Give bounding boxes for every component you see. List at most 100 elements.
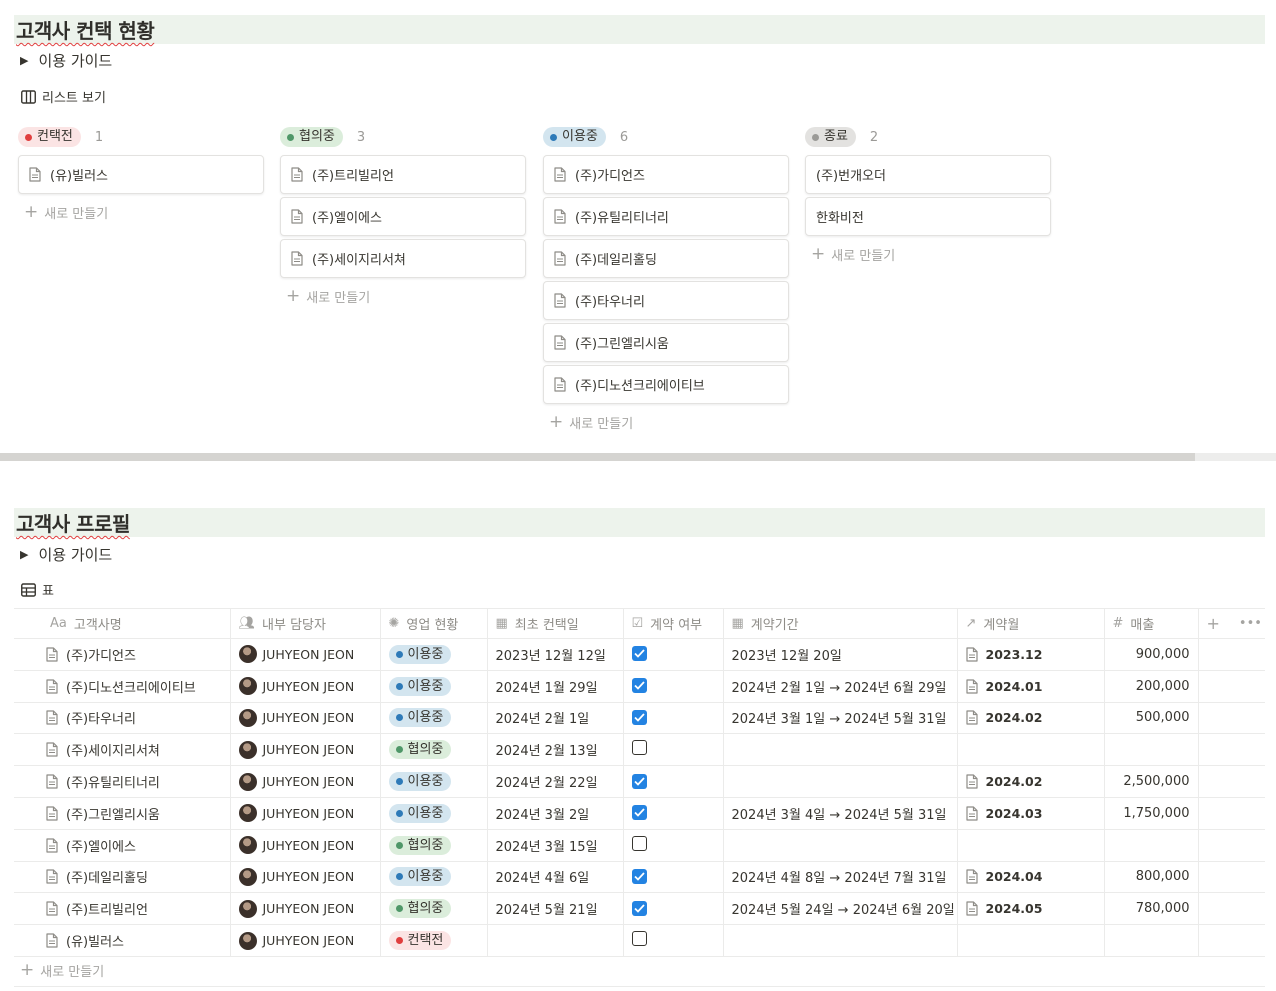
cell-contract-month[interactable]: 2024.05 — [957, 892, 1105, 926]
cell-contract-period[interactable] — [723, 828, 958, 862]
cell-first-contact[interactable]: 2024년 2월 22일 — [487, 765, 624, 798]
cell-revenue[interactable]: 900,000 — [1104, 638, 1199, 671]
cell-status[interactable]: 이용중 — [380, 765, 488, 798]
cell-status[interactable]: 협의중 — [380, 733, 488, 767]
cell-contract-month[interactable]: 2023.12 — [957, 638, 1105, 671]
guide-toggle[interactable]: ▶ 이용 가이드 — [20, 50, 112, 71]
new-row-button[interactable]: + 새로 만들기 — [20, 961, 104, 981]
cell-client-name[interactable]: (주)엘이에스 — [14, 828, 231, 862]
cell-revenue[interactable] — [1104, 924, 1199, 957]
cell-first-contact[interactable]: 2024년 3월 2일 — [487, 796, 624, 830]
cell-owner[interactable]: JUHYEON JEON — [230, 892, 381, 926]
contract-checkbox[interactable] — [631, 868, 647, 884]
add-property-icon[interactable]: + — [1207, 614, 1220, 633]
cell-contract[interactable] — [623, 638, 724, 671]
cell-client-name[interactable]: (주)세이지리서쳐 — [14, 733, 231, 767]
cell-first-contact[interactable]: 2024년 2월 13일 — [487, 733, 624, 767]
board-card[interactable]: (주)데일리홀딩 — [543, 239, 789, 278]
cell-contract-period[interactable]: 2024년 3월 1일 → 2024년 5월 31일 — [723, 701, 958, 735]
cell-client-name[interactable]: (유)빌러스 — [14, 924, 231, 957]
table-row[interactable]: (유)빌러스 JUHYEON JEON 컨택전 — [14, 924, 1265, 957]
more-icon[interactable]: ••• — [1239, 616, 1262, 631]
header-contract-month[interactable]: ↗ 계약월 — [957, 608, 1105, 639]
header-sales-status[interactable]: ✺ 영업 현황 — [380, 608, 488, 639]
board-card[interactable]: (주)트리빌리언 — [280, 155, 526, 194]
header-revenue[interactable]: # 매출 — [1104, 608, 1199, 639]
cell-contract[interactable] — [623, 860, 724, 894]
horizontal-scrollbar-track[interactable] — [1195, 453, 1276, 461]
contract-checkbox[interactable] — [631, 740, 647, 756]
contract-checkbox[interactable] — [631, 835, 647, 851]
table-row[interactable]: (주)유틸리티너리 JUHYEON JEON 이용중 2024년 2월 22일 2024… — [14, 765, 1265, 798]
cell-contract-period[interactable]: 2023년 12월 20일 — [723, 638, 958, 671]
cell-contract[interactable] — [623, 924, 724, 957]
cell-contract-month[interactable]: 2024.01 — [957, 669, 1105, 703]
header-contract[interactable]: ☑ 계약 여부 — [623, 608, 724, 639]
table-row[interactable]: (주)그린엘리시움 JUHYEON JEON 이용중 2024년 3월 2일 2024년… — [14, 796, 1265, 830]
view-tab-table[interactable]: 표 — [21, 580, 54, 599]
cell-contract[interactable] — [623, 701, 724, 735]
guide-toggle[interactable]: ▶ 이용 가이드 — [20, 544, 112, 565]
board-card[interactable]: (주)유틸리티너리 — [543, 197, 789, 236]
table-row[interactable]: (주)엘이에스 JUHYEON JEON 협의중 2024년 3월 15일 — [14, 828, 1265, 862]
horizontal-scrollbar-thumb[interactable] — [0, 453, 1195, 461]
header-owner[interactable]: 👥︎ 내부 담당자 — [230, 608, 381, 639]
cell-owner[interactable]: JUHYEON JEON — [230, 765, 381, 798]
contract-checkbox[interactable] — [631, 678, 647, 694]
header-contract-period[interactable]: ▦ 계약기간 — [723, 608, 958, 639]
table-row[interactable]: (주)세이지리서쳐 JUHYEON JEON 협의중 2024년 2월 13일 — [14, 733, 1265, 767]
new-card-button[interactable]: + 새로 만들기 — [280, 282, 526, 310]
new-card-button[interactable]: + 새로 만들기 — [18, 198, 264, 226]
cell-first-contact[interactable]: 2024년 4월 6일 — [487, 860, 624, 894]
cell-client-name[interactable]: (주)데일리홀딩 — [14, 860, 231, 894]
board-card[interactable]: (주)세이지리서쳐 — [280, 239, 526, 278]
cell-owner[interactable]: JUHYEON JEON — [230, 701, 381, 735]
cell-client-name[interactable]: (주)그린엘리시움 — [14, 796, 231, 830]
cell-contract-month[interactable]: 2024.03 — [957, 796, 1105, 830]
cell-first-contact[interactable]: 2024년 3월 15일 — [487, 828, 624, 862]
cell-status[interactable]: 이용중 — [380, 860, 488, 894]
column-header[interactable]: 종료 2 — [805, 126, 1051, 148]
cell-owner[interactable]: JUHYEON JEON — [230, 860, 381, 894]
cell-contract[interactable] — [623, 733, 724, 767]
cell-first-contact[interactable]: 2023년 12월 12일 — [487, 638, 624, 671]
cell-contract[interactable] — [623, 796, 724, 830]
header-first-contact[interactable]: ▦ 최초 컨택일 — [487, 608, 624, 639]
contract-checkbox[interactable] — [631, 646, 647, 662]
cell-owner[interactable]: JUHYEON JEON — [230, 796, 381, 830]
contract-checkbox[interactable] — [631, 900, 647, 916]
cell-status[interactable]: 협의중 — [380, 828, 488, 862]
cell-owner[interactable]: JUHYEON JEON — [230, 924, 381, 957]
table-row[interactable]: (주)가디언즈 JUHYEON JEON 이용중 2023년 12월 12일 2023년… — [14, 638, 1265, 671]
cell-client-name[interactable]: (주)유틸리티너리 — [14, 765, 231, 798]
cell-contract-period[interactable]: 2024년 5월 24일 → 2024년 6월 20일 — [723, 892, 958, 926]
cell-contract[interactable] — [623, 765, 724, 798]
cell-first-contact[interactable]: 2024년 1월 29일 — [487, 669, 624, 703]
cell-revenue[interactable]: 2,500,000 — [1104, 765, 1199, 798]
cell-first-contact[interactable]: 2024년 5월 21일 — [487, 892, 624, 926]
cell-revenue[interactable]: 1,750,000 — [1104, 796, 1199, 830]
cell-owner[interactable]: JUHYEON JEON — [230, 669, 381, 703]
board-card[interactable]: (주)번개오더 — [805, 155, 1051, 194]
cell-contract[interactable] — [623, 892, 724, 926]
cell-contract[interactable] — [623, 828, 724, 862]
cell-revenue[interactable]: 200,000 — [1104, 669, 1199, 703]
cell-first-contact[interactable] — [487, 924, 624, 957]
cell-client-name[interactable]: (주)트리빌리언 — [14, 892, 231, 926]
cell-contract-period[interactable]: 2024년 4월 8일 → 2024년 7월 31일 — [723, 860, 958, 894]
cell-revenue[interactable]: 780,000 — [1104, 892, 1199, 926]
cell-contract-month[interactable]: 2024.02 — [957, 765, 1105, 798]
board-card[interactable]: (주)그린엘리시움 — [543, 323, 789, 362]
cell-status[interactable]: 이용중 — [380, 638, 488, 671]
cell-status[interactable]: 협의중 — [380, 892, 488, 926]
contract-checkbox[interactable] — [631, 931, 647, 947]
cell-status[interactable]: 컨택전 — [380, 924, 488, 957]
cell-client-name[interactable]: (주)타우너리 — [14, 701, 231, 735]
column-header[interactable]: 이용중 6 — [543, 126, 789, 148]
cell-contract[interactable] — [623, 669, 724, 703]
cell-contract-month[interactable] — [957, 828, 1105, 862]
contract-checkbox[interactable] — [631, 709, 647, 725]
board-card[interactable]: (주)가디언즈 — [543, 155, 789, 194]
cell-client-name[interactable]: (주)가디언즈 — [14, 638, 231, 671]
cell-contract-period[interactable]: 2024년 3월 4일 → 2024년 5월 31일 — [723, 796, 958, 830]
